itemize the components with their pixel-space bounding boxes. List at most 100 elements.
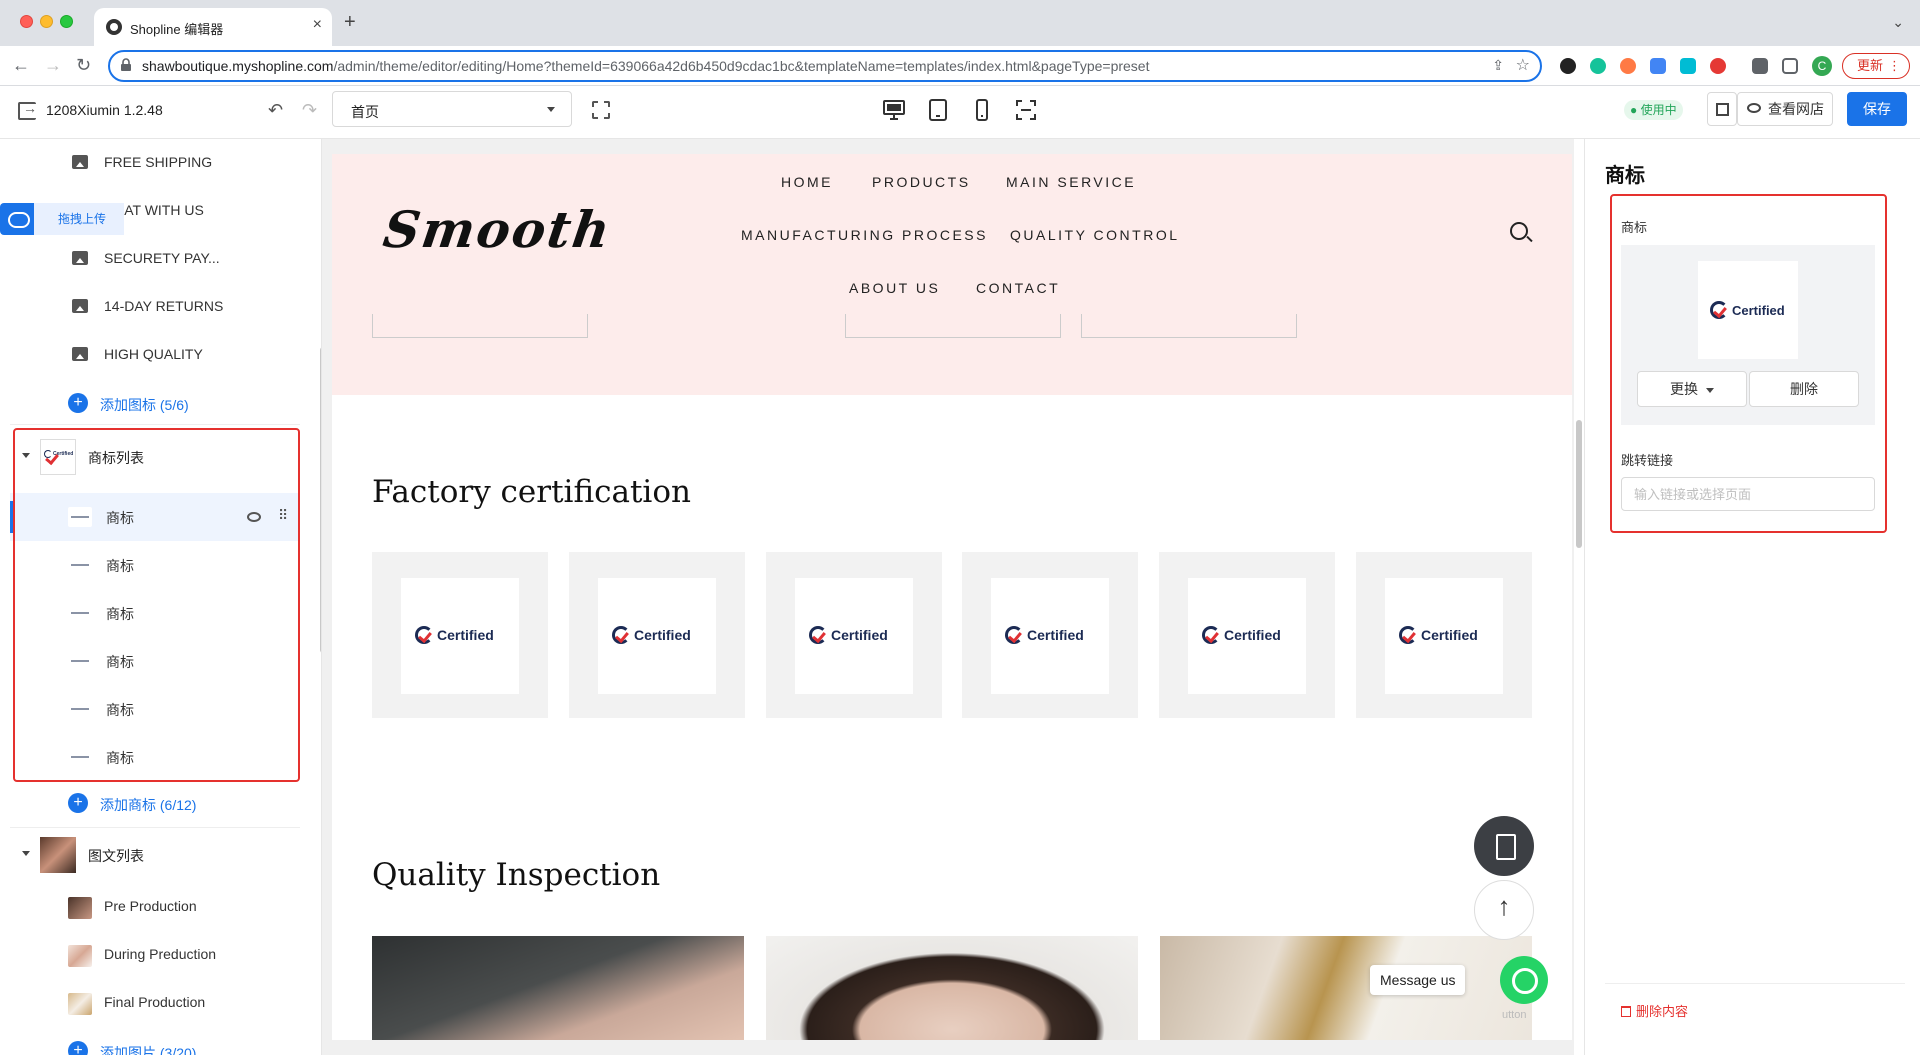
clipboard-float-button[interactable] [1474,816,1534,876]
sidebar-item-14-day-returns[interactable]: 14-DAY RETURNS [0,283,300,331]
url-text: shawboutique.myshopline.com/admin/theme/… [142,58,1150,74]
nav-contact[interactable]: CONTACT [976,280,1060,296]
lock-icon [121,58,131,71]
certification-logo-tile[interactable]: Certified [1159,552,1335,718]
arrow-up-icon: ↑ [1497,891,1511,921]
back-arrow-icon[interactable]: ← [12,55,30,75]
delete-image-button[interactable]: 删除 [1749,371,1859,407]
drag-upload-widget[interactable]: 拖拽上传 [0,203,124,235]
add-image-button[interactable]: + 添加图片 (3/20) [68,1039,248,1055]
tablet-view-icon[interactable] [926,98,950,122]
certified-check-icon [1005,626,1023,644]
editor-header: 1208Xiumin 1.2.48 ↶ ↷ 首页 ● 使用中 查看网店 保存 [0,86,1920,139]
store-brand-logo[interactable]: Smooth [380,200,615,259]
canvas-scrollbar[interactable] [1576,420,1582,548]
section-title-certification: Factory certification [372,474,691,510]
window-zoom-button[interactable] [60,15,73,28]
whatsapp-icon[interactable] [1500,956,1548,1004]
extension-pokeball-icon[interactable] [1710,58,1726,74]
whatsapp-message-label[interactable]: Message us [1370,965,1466,995]
delete-content-button[interactable]: 删除内容 [1621,1001,1688,1020]
tab-search-chevron-icon[interactable]: ⌄ [1892,14,1904,31]
nav-about-us[interactable]: ABOUT US [849,280,940,296]
certified-logo: Certified [1005,626,1084,644]
certification-logo-tile[interactable]: Certified [372,552,548,718]
sidebar-item-during-production[interactable]: During Preduction [0,931,300,979]
certification-logo-tile[interactable]: Certified [766,552,942,718]
select-element-icon[interactable] [592,101,610,119]
browser-tab-active[interactable]: Shopline 编辑器 × [94,8,332,46]
address-bar[interactable]: shawboutique.myshopline.com/admin/theme/… [108,50,1542,82]
mobile-view-icon[interactable] [970,98,994,122]
sidebar-item-pre-production[interactable]: Pre Production [0,883,300,931]
extension-reddit-icon[interactable] [1620,58,1636,74]
quality-photo-2 [766,936,1138,1040]
dropdown-edge [845,314,1061,338]
link-input[interactable] [1621,477,1875,511]
extension-infinity-icon[interactable] [1560,58,1576,74]
browser-tab-title: Shopline 编辑器 [130,22,224,37]
add-icon-button[interactable]: + 添加图标 (5/6) [68,391,248,415]
certification-logo-tile[interactable]: Certified [569,552,745,718]
logo-list-highlight [13,428,300,782]
certified-logo: Certified [809,626,888,644]
sidebar-item-free-shipping[interactable]: FREE SHIPPING [0,139,300,187]
extension-screenshot-icon[interactable] [1680,58,1696,74]
exit-editor-icon[interactable] [18,100,37,120]
theme-status-badge: ● 使用中 [1624,100,1683,120]
browser-tabbar: Shopline 编辑器 × + ⌄ [0,0,1920,46]
certified-check-icon [415,626,433,644]
window-minimize-button[interactable] [40,15,53,28]
chrome-update-button[interactable]: 更新 ⋮ [1842,53,1910,79]
nav-quality-control[interactable]: QUALITY CONTROL [1010,227,1180,243]
certified-logo: Certified [1710,301,1785,319]
share-icon[interactable]: ⇪ [1492,57,1504,74]
bookmark-star-icon[interactable]: ☆ [1516,55,1530,75]
nav-products[interactable]: PRODUCTS [872,174,971,190]
trash-icon [1621,1006,1631,1017]
extension-translate-icon[interactable] [1650,58,1666,74]
forward-arrow-icon[interactable]: → [44,55,62,75]
sidebar-item-secure-pay[interactable]: SECURETY PAY... [0,235,300,283]
redo-icon[interactable]: ↷ [302,100,317,121]
image-icon [72,347,88,361]
certified-check-icon [809,626,827,644]
side-panel-icon[interactable] [1782,58,1798,74]
extensions-puzzle-icon[interactable] [1752,58,1768,74]
replace-image-button[interactable]: 更换 [1637,371,1747,407]
nav-home[interactable]: HOME [781,174,833,190]
nav-manufacturing-process[interactable]: MANUFACTURING PROCESS [741,227,988,243]
qr-code-button[interactable] [1707,92,1737,126]
view-store-button[interactable]: 查看网店 [1737,92,1833,126]
browser-toolbar: ← → ↻ shawboutique.myshopline.com/admin/… [0,46,1920,86]
new-tab-button[interactable]: + [344,12,356,32]
image-icon [72,299,88,313]
profile-avatar[interactable]: C [1812,56,1832,76]
page-select[interactable]: 首页 [332,91,572,127]
logo-image-preview[interactable]: Certified [1698,261,1798,359]
certified-check-icon [1710,301,1728,319]
nav-main-service[interactable]: MAIN SERVICE [1006,174,1136,190]
search-icon[interactable] [1510,222,1528,240]
fullscreen-icon[interactable] [1014,98,1038,122]
add-logo-button[interactable]: + 添加商标 (6/12) [68,791,248,815]
quality-photo-1 [372,936,744,1040]
reload-icon[interactable]: ↻ [76,55,91,75]
certification-logo-tile[interactable]: Certified [1356,552,1532,718]
caret-down-icon[interactable] [22,851,30,856]
sidebar-item-high-quality[interactable]: HIGH QUALITY [0,331,300,379]
desktop-view-icon[interactable] [882,98,906,122]
photo-thumbnail [68,945,92,967]
sidebar-item-final-production[interactable]: Final Production [0,979,300,1027]
panel-title: 商标 [1605,165,1645,187]
extension-grammarly-icon[interactable] [1590,58,1606,74]
certified-check-icon [1399,626,1417,644]
back-to-top-button[interactable]: ↑ [1474,880,1534,940]
window-close-button[interactable] [20,15,33,28]
tab-close-icon[interactable]: × [313,16,322,34]
certification-logo-tile[interactable]: Certified [962,552,1138,718]
save-button[interactable]: 保存 [1847,92,1907,126]
group-image-text-list[interactable]: 图文列表 [0,831,300,879]
dropdown-edge [372,314,588,338]
undo-icon[interactable]: ↶ [268,100,283,121]
